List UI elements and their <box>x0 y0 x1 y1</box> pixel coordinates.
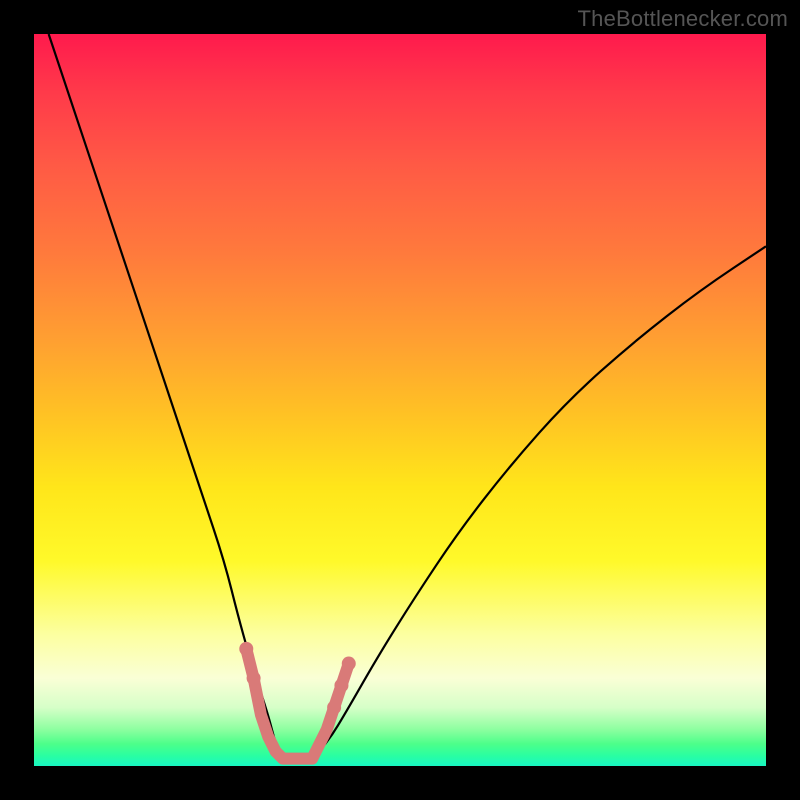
highlight-marker-dot <box>334 678 348 692</box>
right-branch-curve <box>312 246 766 758</box>
watermark-label: TheBottlenecker.com <box>578 6 788 32</box>
highlight-marker-dot <box>247 671 261 685</box>
highlight-marker-dot <box>239 642 253 656</box>
highlight-marker-dot <box>342 657 356 671</box>
curve-layer <box>34 34 766 766</box>
highlight-marker-dot <box>327 700 341 714</box>
outer-frame: TheBottlenecker.com <box>0 0 800 800</box>
